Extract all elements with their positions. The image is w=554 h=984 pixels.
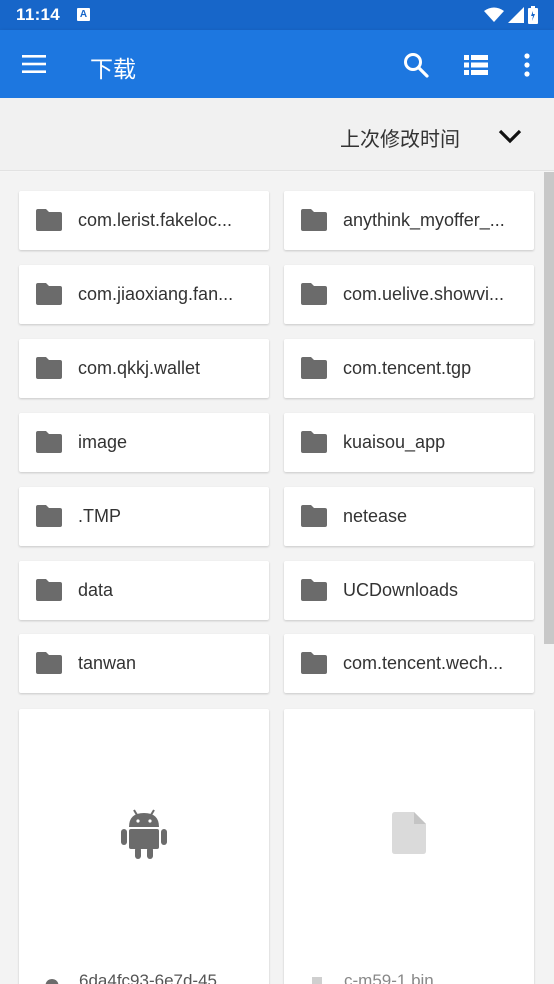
status-bar: 11:14 A	[0, 0, 554, 30]
battery-icon	[528, 6, 538, 24]
file-icon	[392, 812, 426, 854]
folder-icon	[301, 356, 327, 379]
folder-name: com.tencent.tgp	[343, 357, 472, 378]
file-name: c-m59-1.bin	[344, 971, 434, 984]
folder-name: com.uelive.showvi...	[343, 283, 505, 304]
folder-icon	[301, 578, 327, 601]
folder-card[interactable]: data	[19, 560, 269, 620]
folder-icon	[36, 652, 62, 675]
notification-icon: A	[77, 8, 90, 21]
folder-name: .TMP	[78, 505, 121, 526]
folder-name: com.tencent.wech...	[343, 653, 504, 674]
more-options-icon[interactable]	[516, 51, 538, 79]
status-time: 11:14	[16, 5, 61, 24]
android-icon	[121, 809, 167, 859]
app-bar: 下载	[0, 30, 554, 98]
android-small-icon	[45, 979, 59, 984]
file-grid[interactable]: com.lerist.fakeloc... anythink_myoffer_..…	[0, 172, 554, 984]
folder-card[interactable]: com.jiaoxiang.fan...	[19, 264, 269, 324]
folder-card[interactable]: com.uelive.showvi...	[284, 264, 534, 324]
page-title: 下载	[90, 57, 136, 83]
folder-icon	[36, 356, 62, 379]
folder-icon	[301, 504, 327, 527]
folder-card[interactable]: netease	[284, 486, 534, 546]
folder-card[interactable]: image	[19, 412, 269, 472]
folder-card[interactable]: com.qkkj.wallet	[19, 338, 269, 398]
wifi-icon	[484, 7, 504, 22]
folder-icon	[301, 430, 327, 453]
folder-card[interactable]: com.tencent.tgp	[284, 338, 534, 398]
search-icon[interactable]	[402, 51, 430, 79]
file-name: 6da4fc93-6e7d-45	[79, 971, 218, 984]
folder-card[interactable]: tanwan	[19, 634, 269, 694]
folder-card[interactable]: kuaisou_app	[284, 412, 534, 472]
file-card[interactable]: 6da4fc93-6e7d-45	[19, 709, 269, 984]
file-thumbnail	[19, 709, 269, 957]
folder-name: com.lerist.fakeloc...	[78, 210, 233, 230]
folder-name: tanwan	[78, 653, 137, 674]
folder-icon	[301, 652, 327, 675]
list-view-icon[interactable]	[462, 51, 490, 79]
folder-card[interactable]: com.lerist.fakeloc...	[19, 191, 269, 250]
folder-card[interactable]: UCDownloads	[284, 560, 534, 620]
signal-icon	[508, 7, 524, 23]
folder-name: anythink_myoffer_...	[343, 210, 505, 230]
sort-bar: 上次修改时间	[0, 98, 554, 171]
chevron-down-icon[interactable]	[496, 122, 524, 150]
folder-icon	[36, 209, 62, 231]
folder-icon	[301, 282, 327, 305]
file-small-icon	[312, 977, 322, 984]
folder-name: com.qkkj.wallet	[78, 357, 201, 378]
folder-name: UCDownloads	[343, 579, 459, 600]
sort-label[interactable]: 上次修改时间	[340, 123, 460, 152]
folder-name: kuaisou_app	[343, 431, 446, 452]
folder-icon	[36, 504, 62, 527]
folder-name: netease	[343, 505, 408, 526]
file-thumbnail	[284, 709, 534, 957]
folder-name: data	[78, 579, 114, 600]
folder-name: image	[78, 431, 128, 452]
folder-card[interactable]: anythink_myoffer_...	[284, 191, 534, 250]
folder-name: com.jiaoxiang.fan...	[78, 283, 234, 304]
folder-card[interactable]: .TMP	[19, 486, 269, 546]
file-card[interactable]: c-m59-1.bin	[284, 709, 534, 984]
menu-icon[interactable]	[20, 50, 48, 78]
folder-icon	[36, 578, 62, 601]
folder-card[interactable]: com.tencent.wech...	[284, 634, 534, 694]
folder-icon	[36, 430, 62, 453]
folder-icon	[36, 282, 62, 305]
folder-icon	[301, 209, 327, 231]
status-icons	[484, 6, 538, 24]
scrollbar[interactable]	[544, 172, 554, 644]
